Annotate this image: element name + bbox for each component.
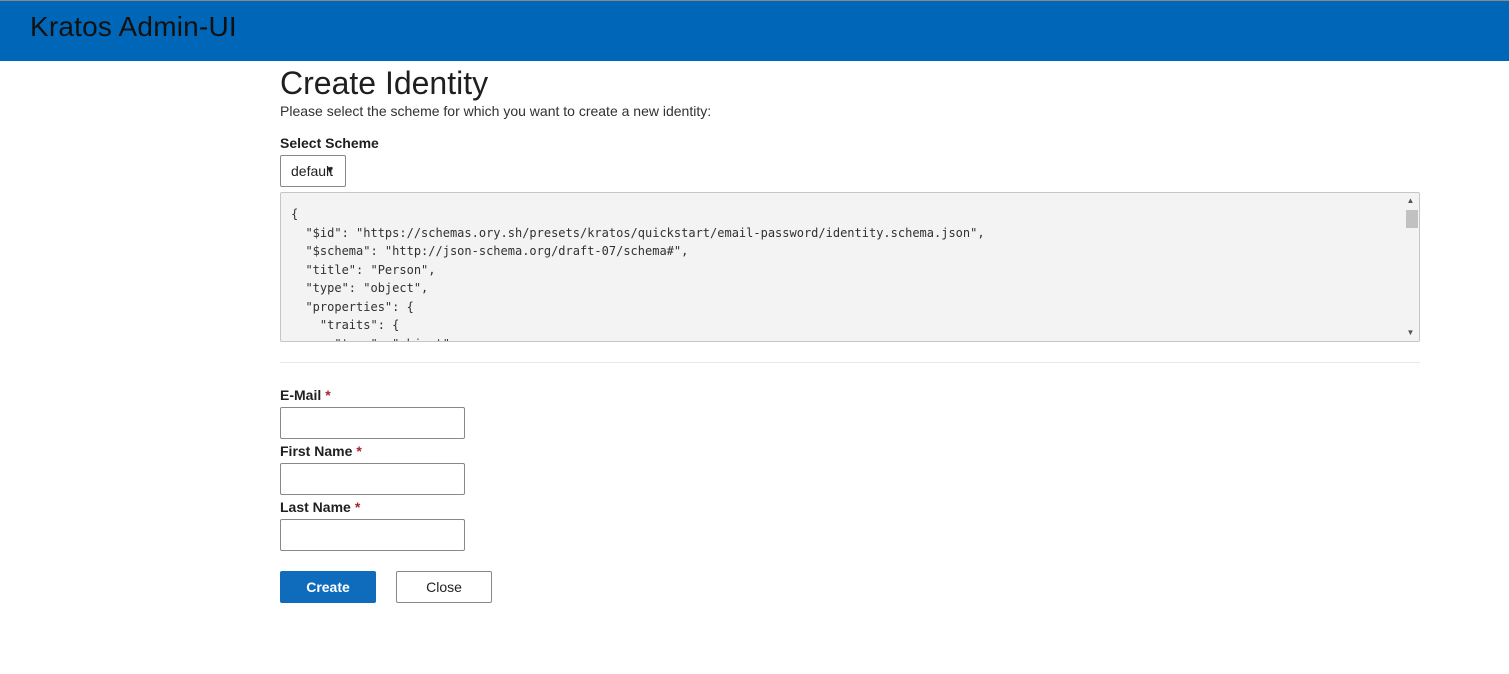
last-name-field[interactable] <box>280 519 465 551</box>
required-marker: * <box>354 499 361 515</box>
scrollbar-thumb[interactable] <box>1406 210 1418 228</box>
last-name-label: Last Name * <box>280 499 360 515</box>
chevron-down-icon: ▼ <box>325 165 335 176</box>
schema-scrollbar[interactable]: ▲ ▼ <box>1402 193 1419 341</box>
app-title: Kratos Admin-UI <box>30 11 237 42</box>
required-marker: * <box>356 443 362 459</box>
email-label-text: E-Mail <box>280 387 322 403</box>
page-subtitle: Please select the scheme for which you w… <box>280 103 712 119</box>
email-field[interactable] <box>280 407 465 439</box>
scheme-dropdown[interactable]: default ▼ <box>280 155 346 187</box>
last-name-label-text: Last Name <box>280 499 351 515</box>
arrow-down-icon[interactable]: ▼ <box>1402 326 1419 340</box>
required-marker: * <box>325 387 331 403</box>
first-name-label-text: First Name <box>280 443 353 459</box>
schema-preview[interactable]: { "$id": "https://schemas.ory.sh/presets… <box>280 192 1420 342</box>
email-label: E-Mail * <box>280 387 331 403</box>
section-divider <box>280 362 1420 363</box>
select-scheme-label: Select Scheme <box>280 135 379 151</box>
schema-preview-text: { "$id": "https://schemas.ory.sh/presets… <box>291 207 985 341</box>
first-name-label: First Name * <box>280 443 362 459</box>
arrow-up-icon[interactable]: ▲ <box>1402 194 1419 208</box>
first-name-field[interactable] <box>280 463 465 495</box>
create-button[interactable]: Create <box>280 571 376 603</box>
top-bar: Kratos Admin-UI <box>0 0 1509 61</box>
page-title: Create Identity <box>280 65 489 101</box>
close-button[interactable]: Close <box>396 571 492 603</box>
